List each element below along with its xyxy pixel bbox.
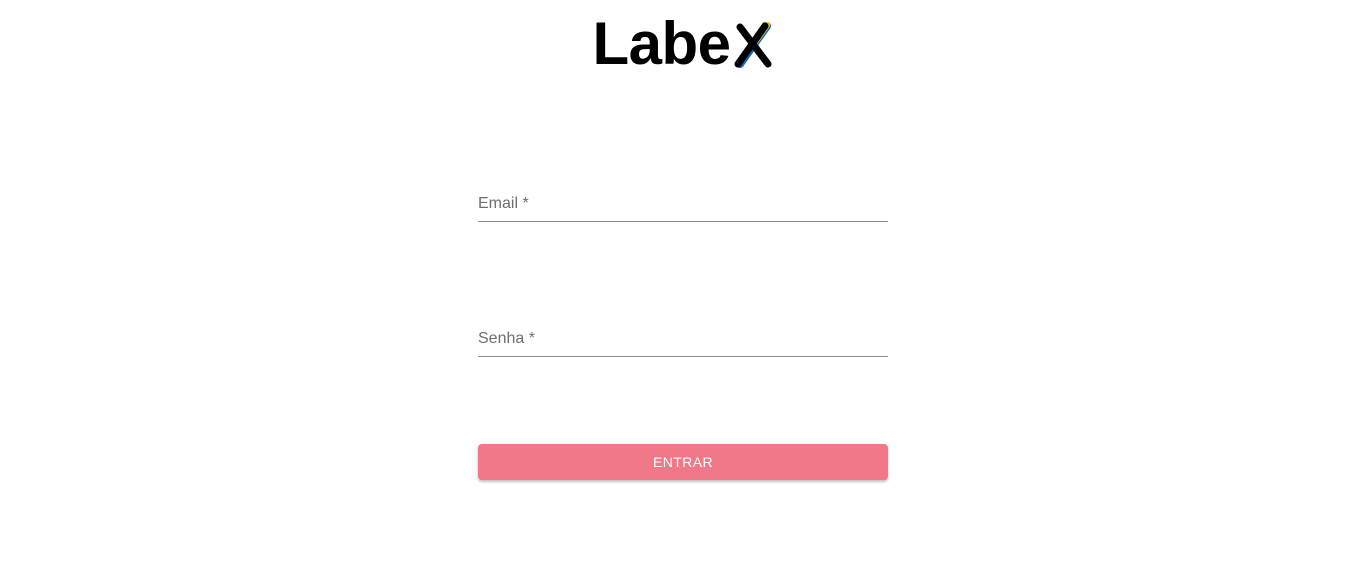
- logo-x-icon: [734, 22, 772, 68]
- login-button[interactable]: ENTRAR: [478, 444, 888, 480]
- password-input[interactable]: [478, 328, 888, 354]
- logo-text: Labe: [592, 10, 731, 77]
- password-field[interactable]: Senha *: [478, 322, 888, 357]
- email-field[interactable]: Email *: [478, 187, 888, 222]
- email-input[interactable]: [478, 193, 888, 219]
- labex-logo: Labe: [0, 12, 1366, 74]
